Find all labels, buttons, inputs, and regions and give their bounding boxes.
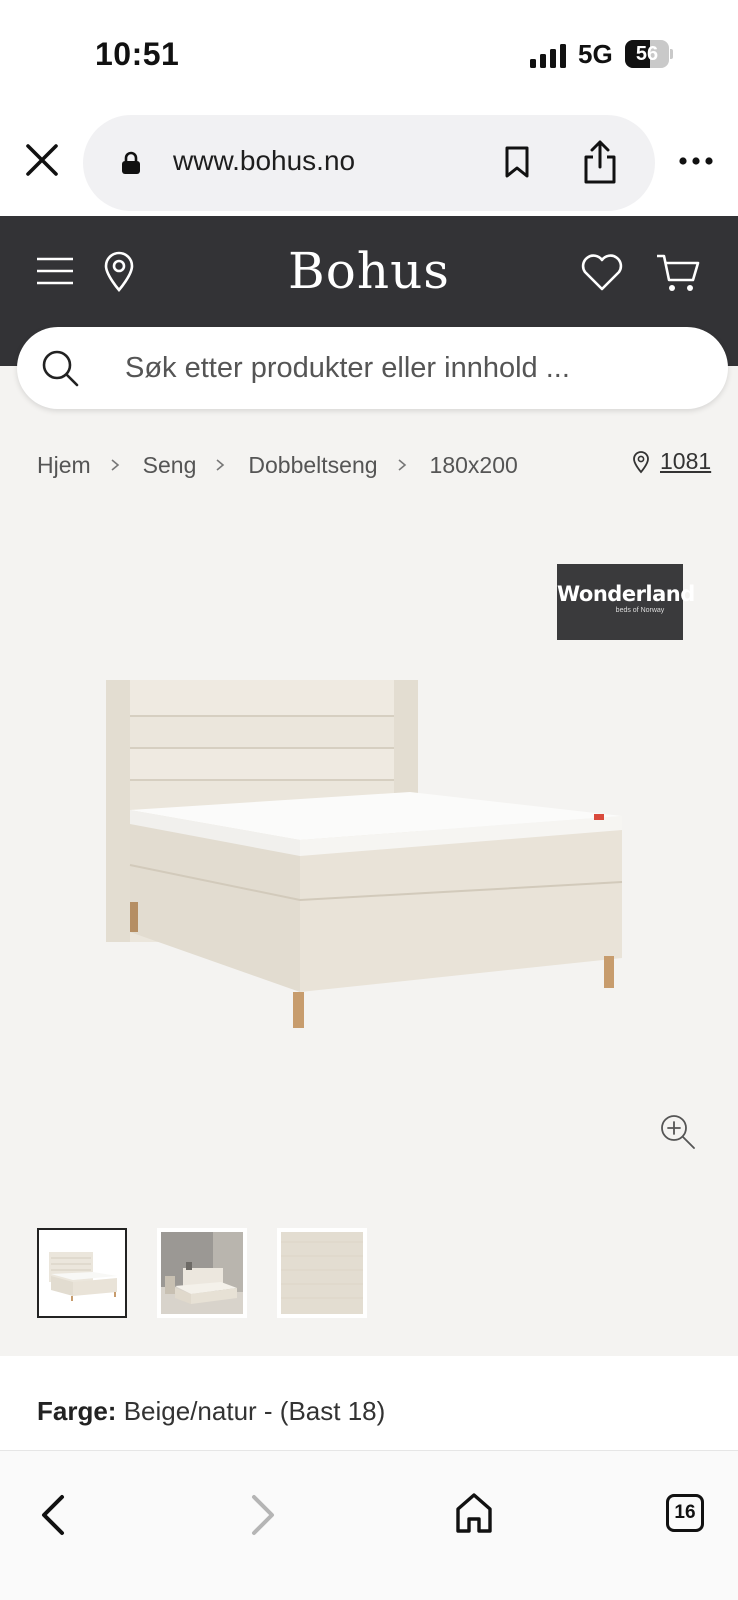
location-pin-icon bbox=[633, 450, 649, 473]
close-icon[interactable] bbox=[22, 140, 62, 180]
home-icon[interactable] bbox=[454, 1491, 494, 1535]
status-bar: 10:51 5G 56 bbox=[0, 0, 738, 110]
battery-icon: 56 bbox=[625, 40, 673, 68]
tabs-button[interactable]: 16 bbox=[666, 1494, 704, 1532]
chevron-right-icon bbox=[398, 459, 406, 471]
chevron-right-icon bbox=[216, 459, 225, 471]
thumbnail-3[interactable] bbox=[277, 1228, 367, 1318]
signal-icon bbox=[530, 42, 568, 68]
more-icon[interactable] bbox=[678, 156, 714, 166]
back-icon[interactable] bbox=[36, 1493, 68, 1537]
color-value: Beige/natur - (Bast 18) bbox=[123, 1396, 386, 1426]
menu-icon[interactable] bbox=[36, 256, 74, 286]
heart-icon[interactable] bbox=[580, 254, 624, 292]
thumbnail-2[interactable] bbox=[157, 1228, 247, 1318]
chevron-right-icon bbox=[111, 459, 119, 471]
search-input[interactable] bbox=[125, 345, 685, 391]
breadcrumb-seng[interactable]: Seng bbox=[143, 452, 197, 479]
thumbnail-1[interactable] bbox=[37, 1228, 127, 1318]
store-selector[interactable]: 1081 bbox=[632, 448, 711, 475]
share-icon[interactable] bbox=[581, 139, 619, 185]
brand-name: Wonderland bbox=[557, 582, 695, 606]
location-pin-icon[interactable] bbox=[103, 250, 135, 292]
forward-icon[interactable] bbox=[248, 1493, 280, 1537]
breadcrumb-dobbeltseng[interactable]: Dobbeltseng bbox=[248, 452, 377, 479]
address-bar[interactable]: www.bohus.no bbox=[83, 115, 655, 211]
brand-tagline: beds of Norway bbox=[615, 607, 665, 614]
brand-logo: Wonderland beds of Norway bbox=[557, 564, 695, 640]
breadcrumb-home[interactable]: Hjem bbox=[37, 452, 91, 479]
network-label: 5G bbox=[578, 39, 613, 69]
search-icon bbox=[42, 350, 79, 387]
browser-bar: www.bohus.no bbox=[0, 110, 738, 216]
status-time: 10:51 bbox=[95, 36, 180, 72]
store-number[interactable]: 1081 bbox=[660, 448, 711, 475]
breadcrumb: Hjem Seng Dobbeltseng 180x200 bbox=[37, 448, 518, 482]
zoom-icon[interactable] bbox=[660, 1114, 696, 1150]
browser-toolbar: 16 bbox=[0, 1450, 738, 1600]
color-selection: Farge: Beige/natur - (Bast 18) bbox=[37, 1396, 385, 1427]
bookmark-icon[interactable] bbox=[503, 145, 531, 179]
url-text: www.bohus.no bbox=[173, 145, 356, 176]
color-label: Farge: bbox=[37, 1396, 117, 1426]
breadcrumb-size[interactable]: 180x200 bbox=[430, 452, 518, 479]
product-image[interactable] bbox=[90, 660, 650, 1040]
search-bar[interactable] bbox=[17, 327, 728, 409]
cart-icon[interactable] bbox=[655, 252, 701, 294]
lock-icon bbox=[122, 151, 140, 174]
battery-percent: 56 bbox=[635, 43, 659, 65]
